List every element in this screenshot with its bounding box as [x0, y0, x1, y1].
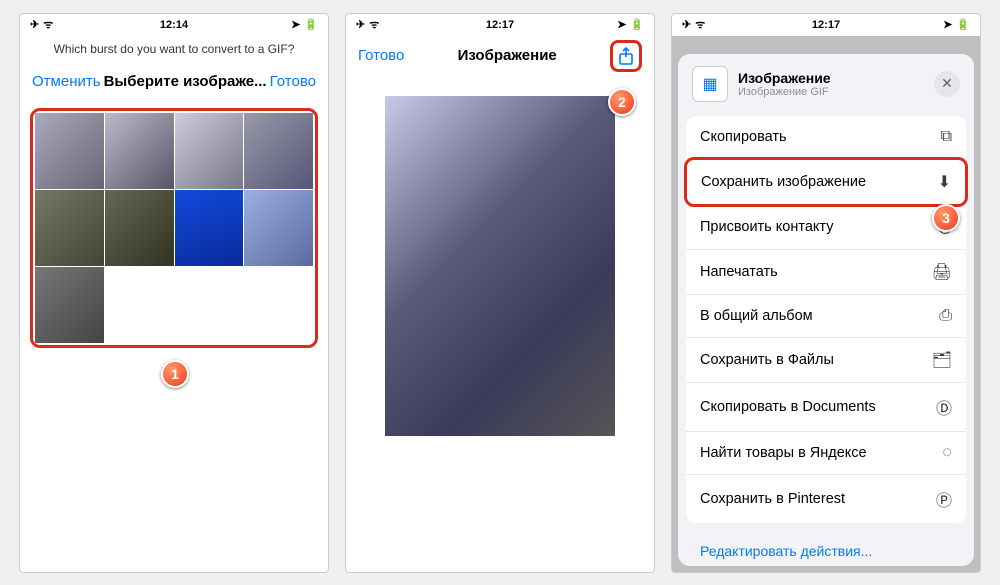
- wifi-icon: ᯤ: [43, 17, 53, 32]
- action-icon: 🗂: [932, 350, 952, 370]
- action-label: Скопировать в Documents: [700, 399, 876, 415]
- thumbnail-3[interactable]: [244, 113, 313, 189]
- action-label: Скопировать: [700, 129, 787, 145]
- location-icon: ➤: [617, 18, 626, 31]
- share-action[interactable]: Скопировать в Documents Ⓓ: [686, 383, 966, 432]
- nav-title: Выберите изображе...: [104, 73, 267, 90]
- thumbnail-10[interactable]: [175, 267, 244, 343]
- thumbnail-8[interactable]: [35, 267, 104, 343]
- status-bar: ✈︎ ᯤ 12:17 ➤ 🔋: [346, 14, 654, 36]
- thumbnail-6[interactable]: [175, 190, 244, 266]
- wifi-icon: ᯤ: [695, 17, 705, 32]
- file-thumbnail-icon: ▦: [692, 66, 728, 102]
- thumbnail-0[interactable]: [35, 113, 104, 189]
- action-label: Напечатать: [700, 264, 778, 280]
- share-action[interactable]: Скопировать ⧉: [686, 116, 966, 159]
- action-list: Скопировать ⧉ Сохранить изображение ⬇ Присво…: [686, 116, 966, 523]
- sheet-header: ▦ Изображение Изображение GIF ✕: [686, 62, 966, 106]
- thumbnail-7[interactable]: [244, 190, 313, 266]
- airplane-icon: ✈︎: [682, 18, 691, 31]
- airplane-icon: ✈︎: [356, 18, 365, 31]
- action-icon: ⧉: [941, 128, 952, 146]
- action-label: Присвоить контакту: [700, 219, 833, 235]
- thumbnail-11[interactable]: [244, 267, 313, 343]
- share-action[interactable]: Сохранить в Pinterest Ⓟ: [686, 475, 966, 523]
- action-label: Сохранить изображение: [701, 174, 866, 190]
- action-icon: ⬇: [938, 172, 951, 192]
- battery-icon: 🔋: [956, 18, 970, 31]
- step-badge-2: 2: [608, 88, 636, 116]
- share-action[interactable]: Найти товары в Яндексе ◌: [686, 432, 966, 475]
- share-action[interactable]: Сохранить в Файлы 🗂: [686, 338, 966, 383]
- share-button[interactable]: [610, 40, 642, 72]
- step-badge-1: 1: [161, 360, 189, 388]
- file-subtitle: Изображение GIF: [738, 86, 924, 98]
- share-sheet: ▦ Изображение Изображение GIF ✕ Скопиров…: [678, 54, 974, 566]
- action-icon: ◌: [942, 444, 952, 462]
- thumbnail-grid-highlight: [30, 108, 318, 348]
- status-bar: ✈︎ ᯤ 12:17 ➤ 🔋: [672, 14, 980, 36]
- step-badge-3: 3: [932, 204, 960, 232]
- cancel-button[interactable]: Отменить: [32, 73, 101, 90]
- prompt-text: Which burst do you want to convert to a …: [20, 36, 328, 62]
- wifi-icon: ᯤ: [369, 17, 379, 32]
- action-label: Сохранить в Pinterest: [700, 491, 845, 507]
- file-title: Изображение: [738, 70, 924, 86]
- battery-icon: 🔋: [630, 18, 644, 31]
- action-icon: 🖨: [932, 262, 952, 282]
- thumbnail-4[interactable]: [35, 190, 104, 266]
- screen-2-preview: ✈︎ ᯤ 12:17 ➤ 🔋 Готово Изображение 2: [345, 13, 655, 573]
- battery-icon: 🔋: [304, 18, 318, 31]
- edit-actions-link[interactable]: Редактировать действия...: [686, 533, 966, 566]
- action-icon: Ⓓ: [936, 395, 952, 419]
- screen-1-burst-picker: ✈︎ ᯤ 12:14 ➤ 🔋 Which burst do you want t…: [19, 13, 329, 573]
- close-button[interactable]: ✕: [934, 71, 960, 97]
- location-icon: ➤: [291, 18, 300, 31]
- thumbnail-grid: [35, 113, 313, 343]
- clock: 12:17: [486, 19, 514, 31]
- action-label: В общий альбом: [700, 308, 813, 324]
- thumbnail-9[interactable]: [105, 267, 174, 343]
- done-button[interactable]: Готово: [270, 73, 316, 90]
- action-icon: Ⓟ: [936, 487, 952, 511]
- airplane-icon: ✈︎: [30, 18, 39, 31]
- share-icon: [618, 47, 634, 65]
- action-label: Найти товары в Яндексе: [700, 445, 867, 461]
- image-preview: [385, 96, 615, 436]
- done-button[interactable]: Готово: [358, 47, 404, 64]
- close-icon: ✕: [941, 75, 953, 92]
- clock: 12:17: [812, 19, 840, 31]
- action-label: Сохранить в Файлы: [700, 352, 834, 368]
- thumbnail-1[interactable]: [105, 113, 174, 189]
- nav-title: Изображение: [458, 47, 557, 64]
- share-action[interactable]: Присвоить контакту◉: [686, 205, 966, 250]
- location-icon: ➤: [943, 18, 952, 31]
- status-bar: ✈︎ ᯤ 12:14 ➤ 🔋: [20, 14, 328, 36]
- thumbnail-5[interactable]: [105, 190, 174, 266]
- share-action[interactable]: В общий альбом ⎙: [686, 295, 966, 338]
- thumbnail-2[interactable]: [175, 113, 244, 189]
- share-action[interactable]: Сохранить изображение ⬇: [684, 157, 968, 207]
- clock: 12:14: [160, 19, 188, 31]
- nav-bar: Отменить Выберите изображе... Готово: [20, 62, 328, 102]
- nav-bar: Готово Изображение: [346, 36, 654, 76]
- screen-3-share-sheet: ✈︎ ᯤ 12:17 ➤ 🔋 ▦ Изображение Изображение…: [671, 13, 981, 573]
- share-action[interactable]: Напечатать 🖨: [686, 250, 966, 295]
- action-icon: ⎙: [939, 307, 952, 325]
